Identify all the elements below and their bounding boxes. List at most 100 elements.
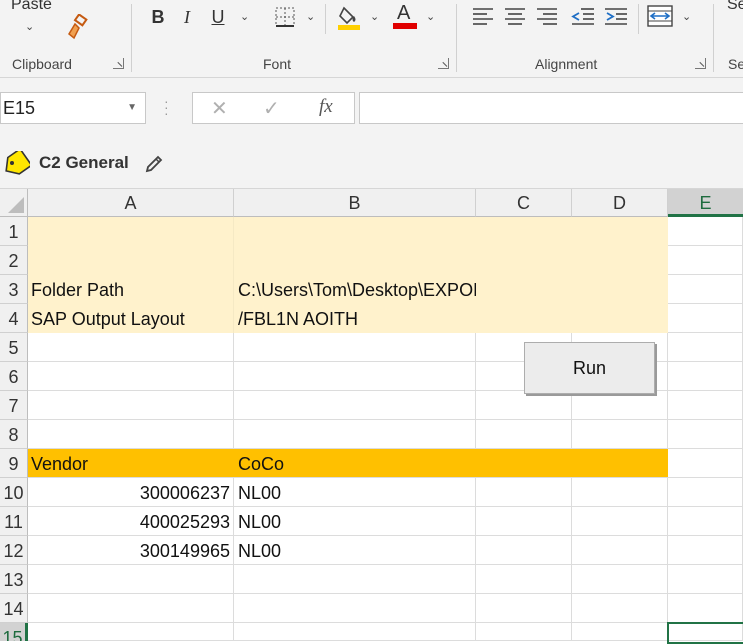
cell-c2[interactable]: [476, 246, 572, 275]
cell-d15[interactable]: [572, 623, 668, 641]
cell-a3[interactable]: Folder Path: [28, 275, 234, 304]
cell-c13[interactable]: [476, 565, 572, 594]
cell-c12[interactable]: [476, 536, 572, 565]
row-header[interactable]: 4: [0, 304, 28, 333]
cell-b2[interactable]: [234, 246, 476, 275]
cell-a12[interactable]: 300149965: [28, 536, 234, 565]
cell-d11[interactable]: [572, 507, 668, 536]
cell-c11[interactable]: [476, 507, 572, 536]
decrease-indent-icon[interactable]: [571, 6, 595, 26]
cell-b12[interactable]: NL00: [234, 536, 476, 565]
enter-icon[interactable]: ✓: [263, 96, 280, 121]
row-header[interactable]: 3: [0, 275, 28, 304]
cell-a2[interactable]: [28, 246, 234, 275]
cell-b5[interactable]: [234, 333, 476, 362]
cell-e12[interactable]: [668, 536, 743, 565]
font-color-icon[interactable]: A: [393, 2, 417, 30]
row-header[interactable]: 2: [0, 246, 28, 275]
cell-e3[interactable]: [668, 275, 743, 304]
cell-b9[interactable]: CoCo: [234, 449, 476, 478]
chevron-down-icon[interactable]: ⌄: [426, 10, 435, 23]
row-header[interactable]: 11: [0, 507, 28, 536]
insert-function-icon[interactable]: fx: [319, 96, 333, 118]
formula-input[interactable]: [359, 92, 743, 124]
cell-a5[interactable]: [28, 333, 234, 362]
cell-b3[interactable]: C:\Users\Tom\Desktop\EXPORT DOCUMENTS: [234, 275, 617, 304]
alignment-dialog-launcher[interactable]: [695, 58, 706, 69]
merge-center-icon[interactable]: [647, 4, 673, 28]
cell-a14[interactable]: [28, 594, 234, 623]
cell-d14[interactable]: [572, 594, 668, 623]
cell-a11[interactable]: 400025293: [28, 507, 234, 536]
cell-c7[interactable]: [476, 391, 572, 420]
row-header[interactable]: 9: [0, 449, 28, 478]
clipboard-dialog-launcher[interactable]: [113, 58, 124, 69]
cell-d2[interactable]: [572, 246, 668, 275]
cell-e4[interactable]: [668, 304, 743, 333]
chevron-down-icon[interactable]: ▼: [127, 93, 137, 123]
cell-c4[interactable]: [476, 304, 572, 333]
align-left-icon[interactable]: [472, 6, 494, 26]
row-header[interactable]: 10: [0, 478, 28, 507]
cell-c8[interactable]: [476, 420, 572, 449]
cell-c10[interactable]: [476, 478, 572, 507]
cell-b8[interactable]: [234, 420, 476, 449]
cell-b15[interactable]: [234, 623, 476, 641]
row-header-selected[interactable]: 15: [0, 623, 28, 641]
next-group-partial-button[interactable]: Se: [727, 0, 743, 14]
cell-b6[interactable]: [234, 362, 476, 391]
cell-c1[interactable]: [476, 217, 572, 246]
align-center-icon[interactable]: [504, 6, 526, 26]
cell-e9[interactable]: [668, 449, 743, 478]
cell-b13[interactable]: [234, 565, 476, 594]
cell-d12[interactable]: [572, 536, 668, 565]
cell-e14[interactable]: [668, 594, 743, 623]
underline-button[interactable]: U: [206, 6, 230, 28]
chevron-down-icon[interactable]: ⌄: [682, 10, 691, 23]
cell-a10[interactable]: 300006237: [28, 478, 234, 507]
run-button[interactable]: Run: [524, 342, 655, 394]
pencil-icon[interactable]: [144, 154, 164, 174]
cell-d7[interactable]: [572, 391, 668, 420]
chevron-down-icon[interactable]: ⌄: [306, 10, 315, 23]
cell-e13[interactable]: [668, 565, 743, 594]
cell-b4[interactable]: /FBL1N AOITH: [234, 304, 476, 333]
cell-b1[interactable]: [234, 217, 476, 246]
bold-button[interactable]: B: [146, 6, 170, 28]
column-header-e[interactable]: E: [668, 189, 743, 217]
paste-button[interactable]: Paste ⌄: [0, 0, 60, 45]
row-header[interactable]: 7: [0, 391, 28, 420]
cell-a1[interactable]: [28, 217, 234, 246]
cell-b10[interactable]: NL00: [234, 478, 476, 507]
cell-e8[interactable]: [668, 420, 743, 449]
cell-e7[interactable]: [668, 391, 743, 420]
fill-color-icon[interactable]: [336, 4, 362, 30]
cell-c14[interactable]: [476, 594, 572, 623]
cell-d3[interactable]: [572, 275, 668, 304]
cell-a13[interactable]: [28, 565, 234, 594]
cell-a4[interactable]: SAP Output Layout: [28, 304, 234, 333]
name-box[interactable]: E15 ▼: [0, 92, 146, 124]
cell-b7[interactable]: [234, 391, 476, 420]
cell-a15[interactable]: [28, 623, 234, 641]
cell-d8[interactable]: [572, 420, 668, 449]
cell-c15[interactable]: [476, 623, 572, 641]
column-header-b[interactable]: B: [234, 189, 476, 217]
cell-d9[interactable]: [572, 449, 668, 478]
row-header[interactable]: 12: [0, 536, 28, 565]
chevron-down-icon[interactable]: ⌄: [240, 10, 249, 23]
cell-e6[interactable]: [668, 362, 743, 391]
borders-icon[interactable]: [274, 6, 296, 28]
align-right-icon[interactable]: [536, 6, 558, 26]
cell-e11[interactable]: [668, 507, 743, 536]
cell-e1[interactable]: [668, 217, 743, 246]
cell-d10[interactable]: [572, 478, 668, 507]
row-header[interactable]: 1: [0, 217, 28, 246]
font-dialog-launcher[interactable]: [438, 58, 449, 69]
cell-d13[interactable]: [572, 565, 668, 594]
cell-a8[interactable]: [28, 420, 234, 449]
cell-a6[interactable]: [28, 362, 234, 391]
cell-d1[interactable]: [572, 217, 668, 246]
format-painter-icon[interactable]: [64, 13, 90, 40]
cell-b14[interactable]: [234, 594, 476, 623]
